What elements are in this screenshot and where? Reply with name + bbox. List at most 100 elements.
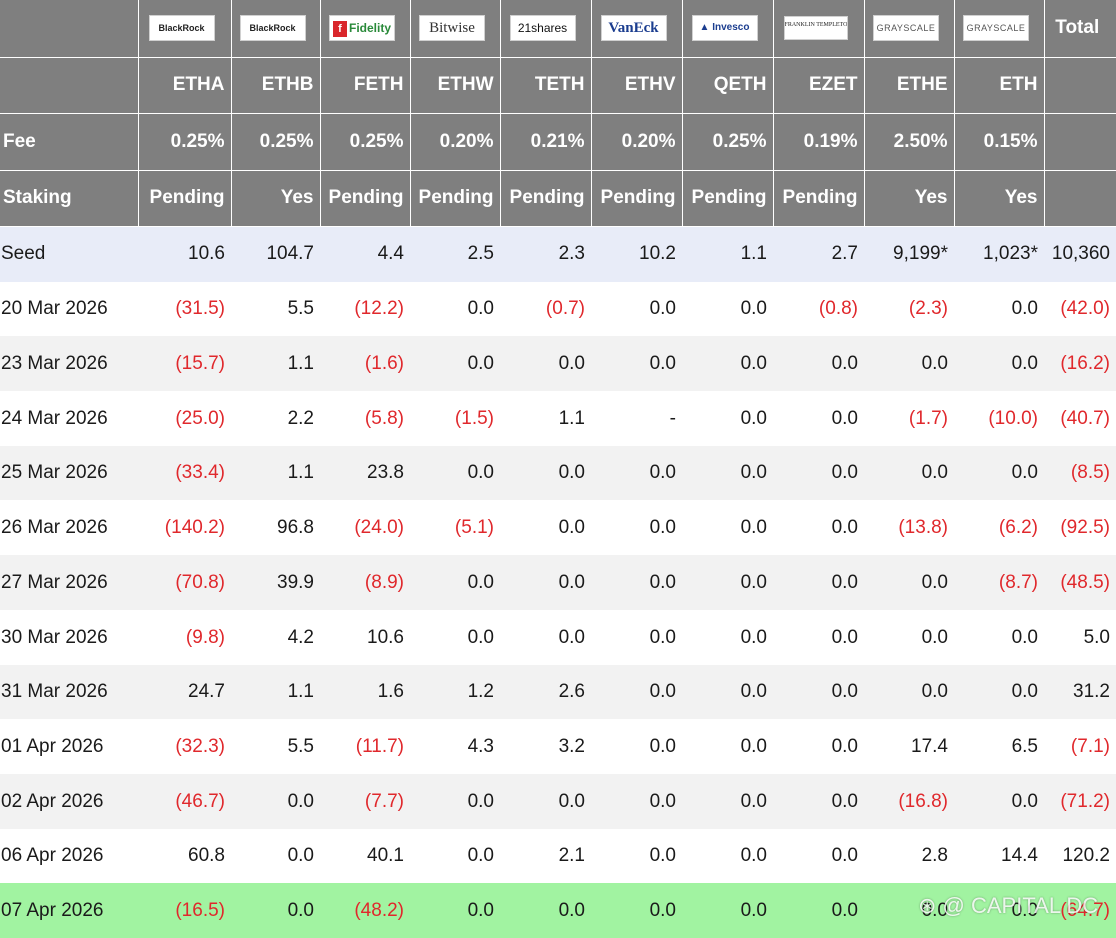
flow-cell: 0.0 (410, 336, 500, 391)
flow-cell: 0.0 (773, 610, 864, 665)
total-cell: 31.2 (1044, 665, 1116, 719)
staking-cell: Yes (954, 170, 1045, 227)
total-cell: (48.5) (1044, 555, 1116, 610)
table-row: 24 Mar 2026 (25.0) 2.2 (5.8) (1.5) 1.1-0.0 0.0… (0, 391, 1116, 446)
flow-cell: 2.2 (231, 391, 320, 446)
flow-cell: 0.0 (864, 665, 954, 719)
flow-cell: 0.0 (231, 883, 320, 938)
staking-cell: Pending (591, 170, 683, 227)
invesco-logo-icon: ▲ Invesco (691, 15, 758, 42)
eth-etf-flows-table: BlackRock BlackRock f Fidelity Bitwise 21… (0, 0, 1116, 938)
flow-cell: (8.9) (320, 555, 410, 610)
flow-cell: 0.0 (773, 665, 864, 719)
date-cell: 30 Mar 2026 (0, 610, 138, 665)
flow-cell: (11.7) (320, 719, 410, 774)
flow-cell: 1.6 (320, 665, 410, 719)
staking-cell: Pending (682, 170, 774, 227)
table-row: 01 Apr 2026 (32.3) 5.5 (11.7) 4.3 3.2 0.0 0.0 0.… (0, 719, 1116, 774)
flow-cell: 1.1 (500, 391, 591, 446)
date-cell: 01 Apr 2026 (0, 719, 138, 774)
table-row: 25 Mar 2026 (33.4) 1.1 23.8 0.0 0.0 0.0 0.0 0.0 0… (0, 446, 1116, 500)
ticker-cell: ETHW (410, 57, 501, 114)
date-cell: 20 Mar 2026 (0, 282, 138, 336)
flow-cell: 0.0 (591, 555, 682, 610)
flow-cell: 0.0 (954, 774, 1044, 829)
issuer-logo-cell: GRAYSCALE (864, 0, 955, 58)
flow-cell: (32.3) (138, 719, 231, 774)
table-row: 26 Mar 2026 (140.2) 96.8 (24.0) (5.1) 0.0 0.0 0… (0, 500, 1116, 555)
flow-cell: 23.8 (320, 446, 410, 500)
issuer-logo-cell: VanEck (591, 0, 683, 58)
issuer-logo-row: BlackRock BlackRock f Fidelity Bitwise 21… (0, 0, 1116, 58)
ticker-cell: ETHE (864, 57, 955, 114)
flow-cell: 0.0 (773, 719, 864, 774)
flow-cell: 0.0 (591, 774, 682, 829)
flow-cell: 2.1 (500, 829, 591, 883)
flow-cell: 0.0 (864, 336, 954, 391)
fee-label: Fee (0, 113, 139, 171)
flow-cell: (25.0) (138, 391, 231, 446)
flow-cell: (0.8) (773, 282, 864, 336)
blackrock-logo-icon: BlackRock (148, 15, 215, 42)
flow-cell: 0.0 (591, 610, 682, 665)
flow-cell: (12.2) (320, 282, 410, 336)
table-row: 27 Mar 2026 (70.8) 39.9 (8.9) 0.0 0.0 0.0 0.0 0.… (0, 555, 1116, 610)
flow-cell: 0.0 (410, 883, 500, 938)
flow-cell: 0.0 (954, 665, 1044, 719)
issuer-logo-cell: f Fidelity (320, 0, 411, 58)
flow-cell: 0.0 (954, 336, 1044, 391)
ticker-cell: FETH (320, 57, 411, 114)
flow-cell: 0.0 (410, 555, 500, 610)
bitwise-logo-icon: Bitwise (419, 15, 485, 42)
flow-cell: 4.2 (231, 610, 320, 665)
date-cell: 06 Apr 2026 (0, 829, 138, 883)
staking-cell: Pending (320, 170, 411, 227)
flow-cell: 0.0 (231, 829, 320, 883)
flow-cell: 0.0 (773, 446, 864, 500)
staking-total-cell (1044, 170, 1116, 227)
total-cell: 10,360 (1044, 226, 1116, 282)
total-cell: (16.2) (1044, 336, 1116, 391)
staking-cell: Yes (231, 170, 321, 227)
staking-cell: Yes (864, 170, 955, 227)
flow-cell: (33.4) (138, 446, 231, 500)
date-cell: 02 Apr 2026 (0, 774, 138, 829)
flow-cell: 1.1 (231, 665, 320, 719)
ticker-total-cell (1044, 57, 1116, 114)
table-row: 31 Mar 2026 24.7 1.1 1.6 1.2 2.6 0.0 0.0 0.0 0.0 0… (0, 665, 1116, 719)
fee-cell: 0.25% (320, 113, 411, 171)
flow-cell: 4.3 (410, 719, 500, 774)
flow-cell: (5.8) (320, 391, 410, 446)
flow-cell: 3.2 (500, 719, 591, 774)
staking-cell: Pending (138, 170, 232, 227)
fee-total-cell (1044, 113, 1116, 171)
flow-cell: (1.5) (410, 391, 500, 446)
flow-cell: 10.2 (591, 226, 682, 282)
ticker-row: ETHA ETHB FETH ETHW TETH ETHV QETH EZET … (0, 57, 1116, 114)
flow-cell: 0.0 (682, 883, 773, 938)
flow-cell: (15.7) (138, 336, 231, 391)
flow-cell: (140.2) (138, 500, 231, 555)
flow-cell: 14.4 (954, 829, 1044, 883)
issuer-logo-cell: BlackRock (138, 0, 232, 58)
flow-cell: (10.0) (954, 391, 1044, 446)
issuer-logo-cell: 21shares (500, 0, 592, 58)
flow-cell: 0.0 (954, 282, 1044, 336)
flow-cell: (48.2) (320, 883, 410, 938)
flow-rows: Seed 10.6 104.7 4.4 2.5 2.3 10.2 1.1 2.7 9,199* 1,… (0, 226, 1116, 938)
flow-cell: 0.0 (682, 774, 773, 829)
flow-cell: 5.5 (231, 719, 320, 774)
flow-cell: (13.8) (864, 500, 954, 555)
date-cell: 24 Mar 2026 (0, 391, 138, 446)
fee-cell: 0.25% (138, 113, 232, 171)
staking-label: Staking (0, 170, 139, 227)
flow-cell: 4.4 (320, 226, 410, 282)
flow-cell: 0.0 (954, 610, 1044, 665)
issuer-logo-cell: BlackRock (231, 0, 321, 58)
flow-cell: 0.0 (682, 446, 773, 500)
flow-cell: 1.1 (682, 226, 773, 282)
flow-cell: 40.1 (320, 829, 410, 883)
issuer-logo-cell: Bitwise (410, 0, 501, 58)
flow-cell: 0.0 (500, 883, 591, 938)
flow-cell: 0.0 (954, 446, 1044, 500)
